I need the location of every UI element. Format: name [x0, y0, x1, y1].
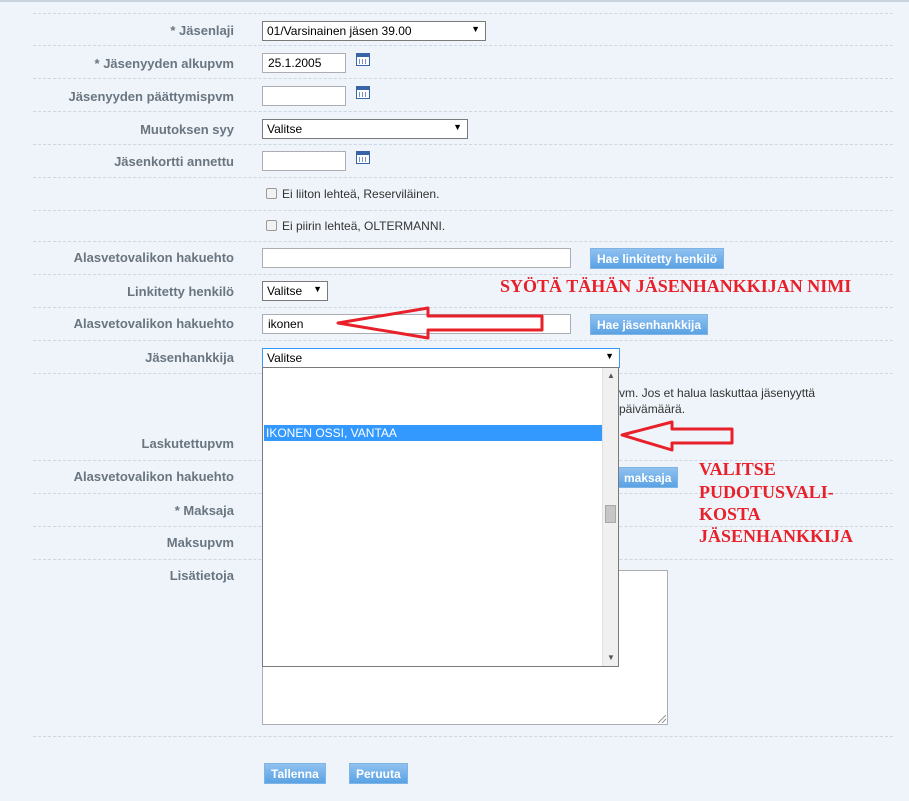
arrow-to-search-input: [336, 306, 544, 340]
annotation-arrows: [336, 306, 734, 452]
save-button[interactable]: Tallenna: [264, 763, 326, 784]
cancel-button[interactable]: Peruuta: [349, 763, 408, 784]
arrow-to-dropdown-option: [620, 420, 734, 452]
